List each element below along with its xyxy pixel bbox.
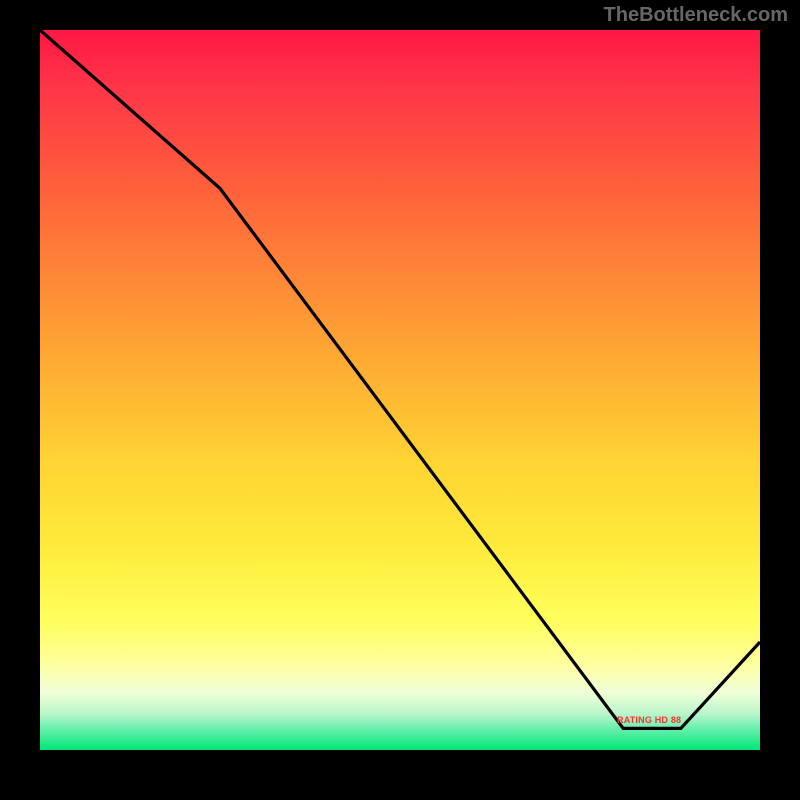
line-chart-svg xyxy=(40,30,760,750)
plot-area: RATING HD 88 xyxy=(40,30,760,750)
chart-container: TheBottleneck.com RATING HD 88 xyxy=(0,0,800,800)
annotation-label: RATING HD 88 xyxy=(617,715,681,725)
data-line xyxy=(40,30,760,728)
watermark-text: TheBottleneck.com xyxy=(604,4,788,27)
